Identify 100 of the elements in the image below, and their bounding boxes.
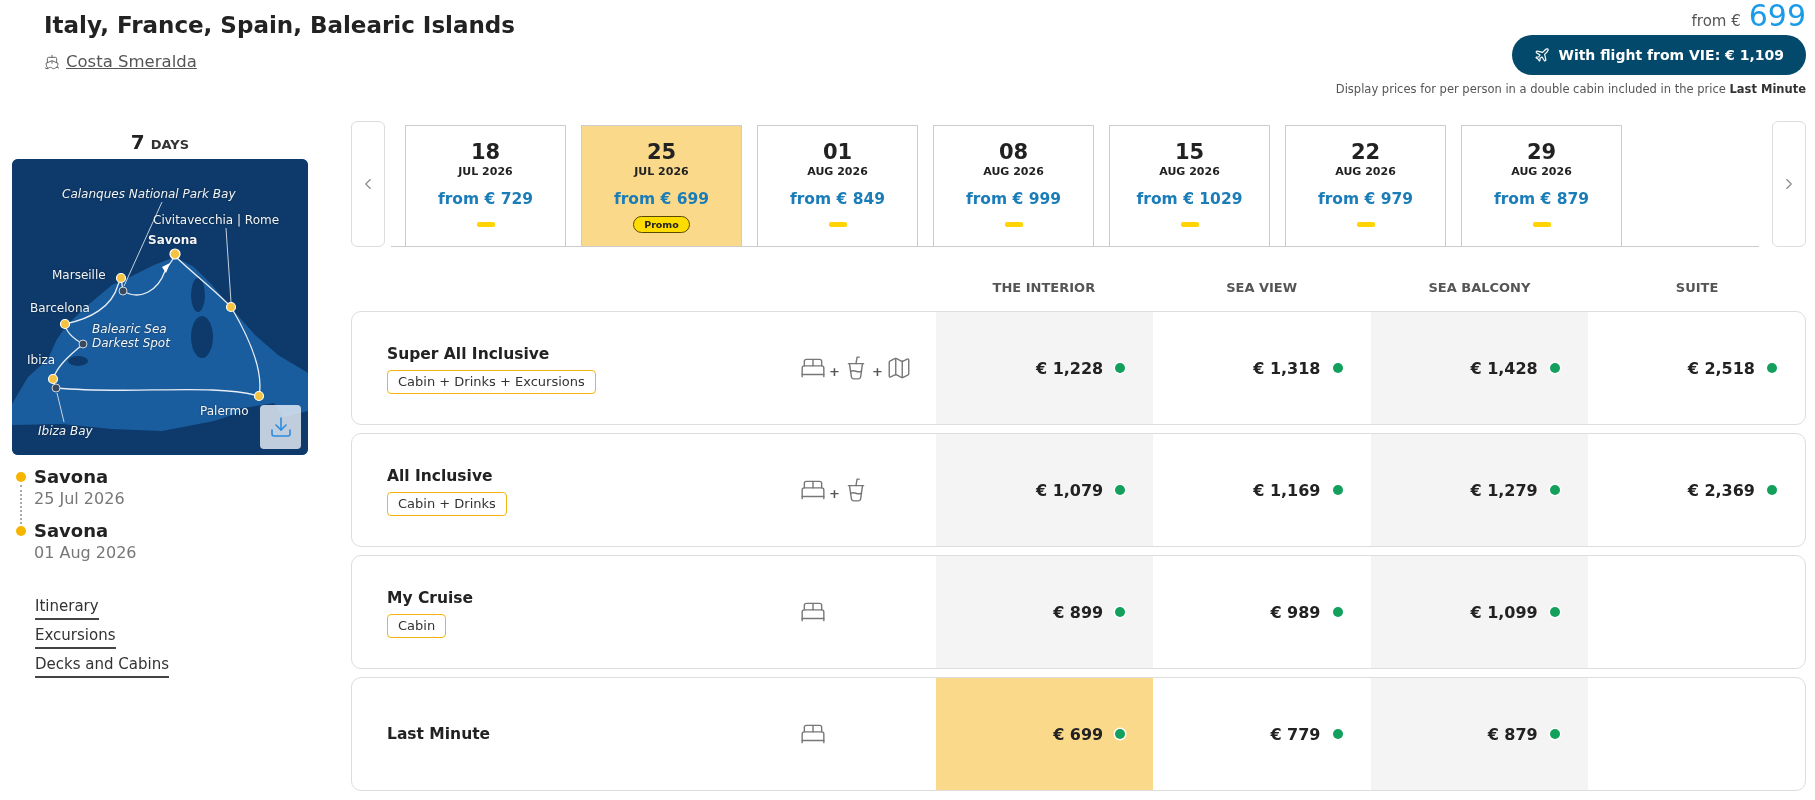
price-cell[interactable]: € 2,518 [1587,312,1805,424]
stop-place: Savona [34,519,110,543]
price-cell[interactable]: € 1,079 [936,434,1154,546]
column-header: SEA BALCONY [1428,279,1531,295]
price-value: € 899 [1053,602,1104,622]
date-month: AUG 2026 [1511,165,1572,179]
price-cell[interactable]: € 879 [1370,678,1588,790]
leader-line [56,392,65,423]
map-label: Calanques National Park Bay [62,187,236,201]
flight-price-button[interactable]: With flight from VIE: € 1,109 [1512,35,1806,75]
date-day: 22 [1350,140,1381,165]
nav-link[interactable]: Itinerary [35,596,99,620]
price-cell[interactable]: € 779 [1153,678,1371,790]
plus-sign: + [829,362,840,379]
island-drawing [191,278,205,312]
download-icon [268,415,293,439]
stop-date: 25 Jul 2026 [34,489,126,509]
stop-dot-icon [16,472,26,482]
date-month: AUG 2026 [983,165,1044,179]
stop-date: 01 Aug 2026 [34,543,138,563]
date-price: from € 979 [1317,189,1414,209]
next-button[interactable] [1772,121,1806,247]
fare-name: Super All Inclusive [387,343,550,365]
date-month: AUG 2026 [807,165,868,179]
fare-name: Last Minute [387,724,491,745]
map-label: Savona [148,233,198,247]
price-cell[interactable]: € 899 [936,556,1154,668]
price-cell[interactable]: € 2,369 [1587,434,1805,546]
port-marker-icon [115,272,127,284]
date-month: AUG 2026 [1335,165,1396,179]
price-cell[interactable]: € 1,279 [1370,434,1588,546]
plus-sign: + [871,362,883,379]
previous-button[interactable] [351,121,385,247]
date-card[interactable]: 22 AUG 2026 from € 979 [1285,125,1446,246]
plane-icon [1534,47,1551,63]
from-price: 699 [1748,0,1806,32]
timeline-line [20,485,22,524]
date-day: 01 [822,140,853,165]
availability-dash-icon [1004,222,1023,227]
price-cell[interactable]: € 1,169 [1153,434,1371,546]
from-label: from € [1691,12,1741,30]
price-cell[interactable]: € 1,428 [1370,312,1588,424]
nav-link[interactable]: Excursions [35,625,116,649]
download-button[interactable] [260,405,301,449]
date-day: 29 [1526,140,1557,165]
price-cell[interactable]: € 699 [936,678,1154,790]
price-cell[interactable]: € 1,318 [1153,312,1371,424]
price-value: € 1,428 [1470,358,1538,378]
price-value: € 699 [1053,724,1104,744]
date-month: JUL 2026 [458,165,513,179]
price-cell[interactable]: € 1,228 [936,312,1154,424]
home-port-marker-icon [169,248,181,260]
stop-place: Savona [34,465,110,489]
date-price: from € 1029 [1136,189,1243,209]
price-value: € 1,228 [1035,358,1104,378]
date-day: 25 [646,140,677,165]
map-label: Palermo [200,404,249,418]
price-value: € 1,169 [1253,480,1321,500]
port-marker-icon [59,318,71,330]
date-card[interactable]: 25 JUL 2026 from € 699 Promo [581,125,742,246]
date-card[interactable]: 08 AUG 2026 from € 999 [933,125,1094,246]
column-header: THE INTERIOR [992,279,1096,295]
duration-unit: DAYS [150,137,190,152]
date-price: from € 729 [437,189,534,209]
price-cell[interactable]: € 1,099 [1370,556,1588,668]
availability-dash-icon [1532,222,1551,227]
stop-dot-icon [16,526,26,536]
island-drawing [68,356,88,366]
price-cell[interactable]: € 989 [1153,556,1371,668]
availability-dash-icon [1356,222,1375,227]
date-card[interactable]: 01 AUG 2026 from € 849 [757,125,918,246]
price-value: € 2,369 [1687,480,1755,500]
fare-tag: Cabin [387,613,447,638]
map-label: Civitavecchia | Rome [153,213,280,227]
availability-dash-icon [828,222,847,227]
price-value: € 779 [1270,724,1321,744]
price-value: € 1,079 [1035,480,1104,500]
date-day: 15 [1174,140,1205,165]
date-card[interactable]: 29 AUG 2026 from € 879 [1461,125,1622,246]
map-label: Barcelona [30,301,90,315]
island-drawing [191,316,213,358]
page-title: Italy, France, Spain, Balearic Islands [44,11,516,40]
fare-tag: Cabin + Drinks + Excursions [387,369,596,394]
column-header: SEA VIEW [1226,279,1298,295]
scenic-spot-marker-icon [51,383,61,393]
map-label: Balearic Sea Darkest Spot [92,322,172,350]
fare-name: My Cruise [387,587,474,609]
map-label: Ibiza [27,353,56,367]
nav-link[interactable]: Decks and Cabins [35,654,169,678]
ship-link[interactable]: Costa Smeralda [44,51,197,73]
date-price: from € 999 [965,189,1062,209]
date-month: JUL 2026 [634,165,689,179]
fare-name: All Inclusive [387,465,493,487]
date-card[interactable]: 15 AUG 2026 from € 1029 [1109,125,1270,246]
price-value: € 879 [1487,724,1538,744]
map-label: Ibiza Bay [38,424,93,438]
date-price: from € 699 [613,189,710,209]
duration-number: 7 [130,130,145,154]
price-value: € 1,279 [1470,480,1538,500]
date-card[interactable]: 18 JUL 2026 from € 729 [405,125,566,246]
